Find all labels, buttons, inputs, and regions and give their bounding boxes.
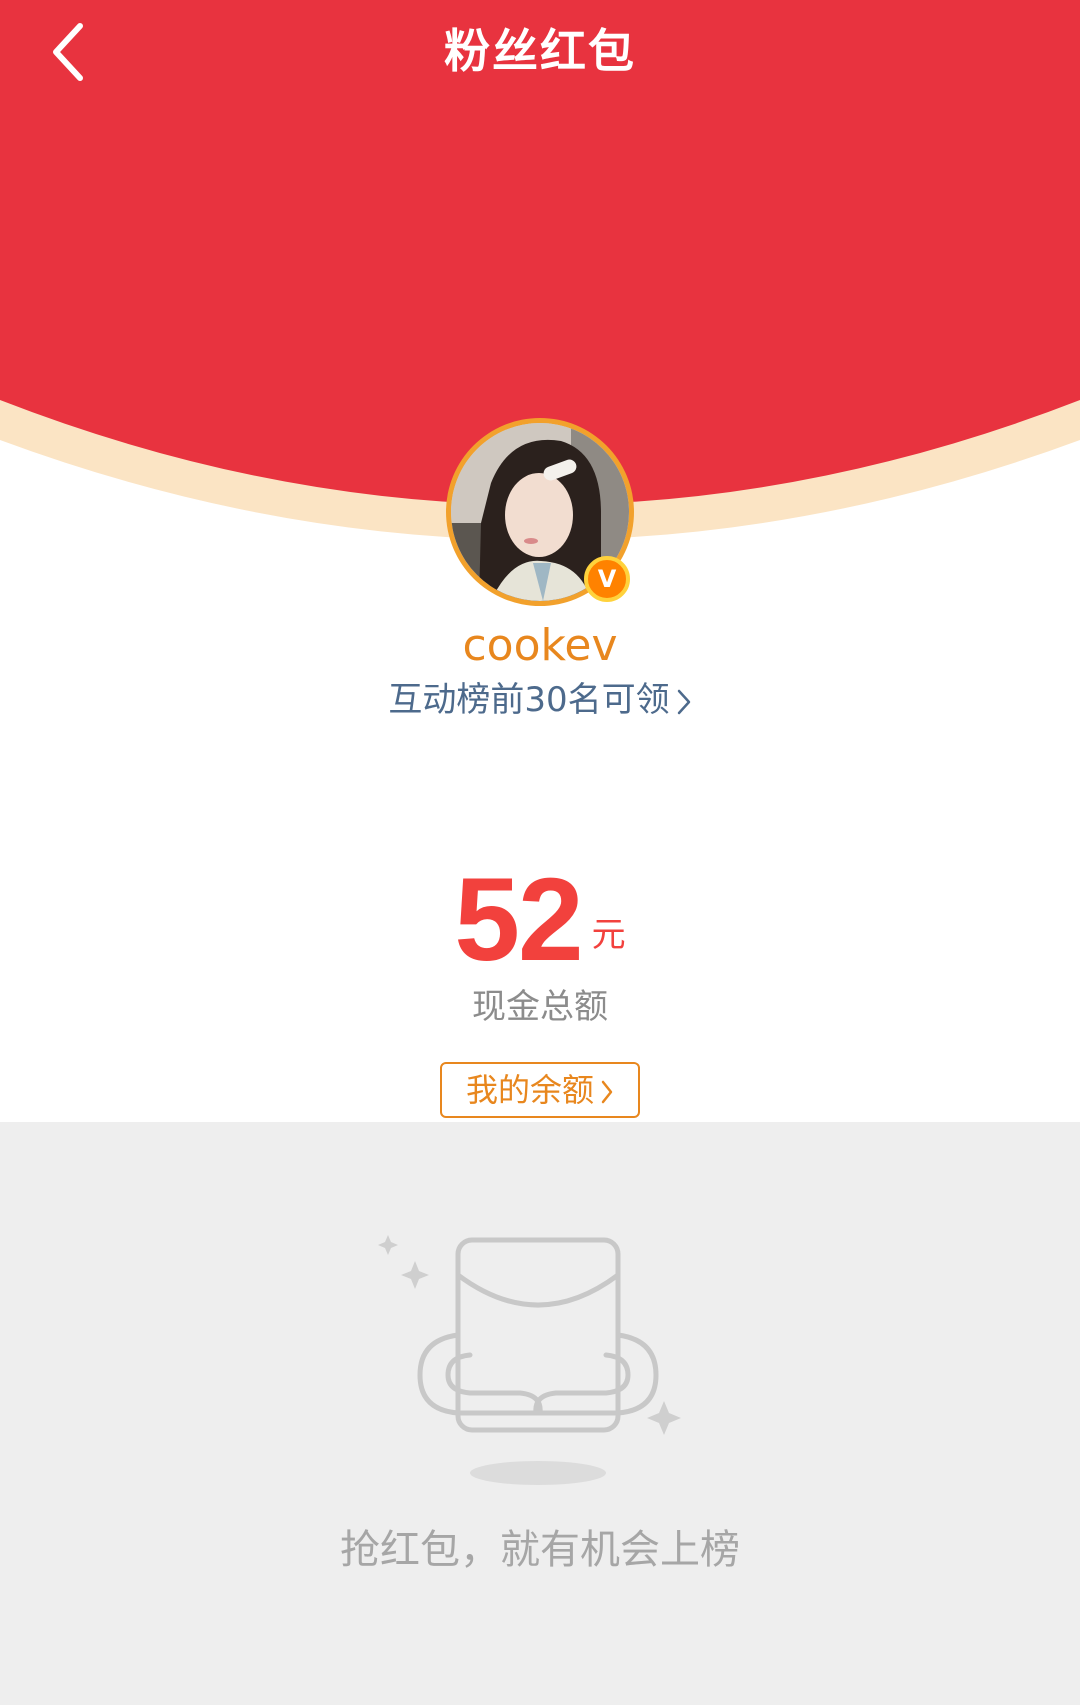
amount-label: 现金总额 [472,987,608,1027]
chevron-right-icon [601,1080,613,1104]
red-packet-page: 粉丝红包 V cookev 互动榜前30名可领 52 元 现金总额 我的余额 抢… [0,0,1080,1705]
empty-red-envelope-icon [378,1235,681,1485]
verified-badge-icon: V [584,556,630,602]
rank-hint-text: 互动榜前30名可领 [388,680,670,720]
chevron-right-icon [677,689,690,714]
rank-hint-link[interactable]: 互动榜前30名可领 [0,674,1080,726]
username[interactable]: cookev [0,618,1080,674]
amount-value: 52 [454,854,583,986]
empty-state-message: 抢红包，就有机会上榜 [340,1527,740,1573]
page-title: 粉丝红包 [444,24,636,78]
amount-display: 52 元 [0,860,1080,980]
amount-unit: 元 [591,915,626,955]
my-balance-button[interactable]: 我的余额 [440,1062,640,1118]
my-balance-label: 我的余额 [465,1071,594,1109]
